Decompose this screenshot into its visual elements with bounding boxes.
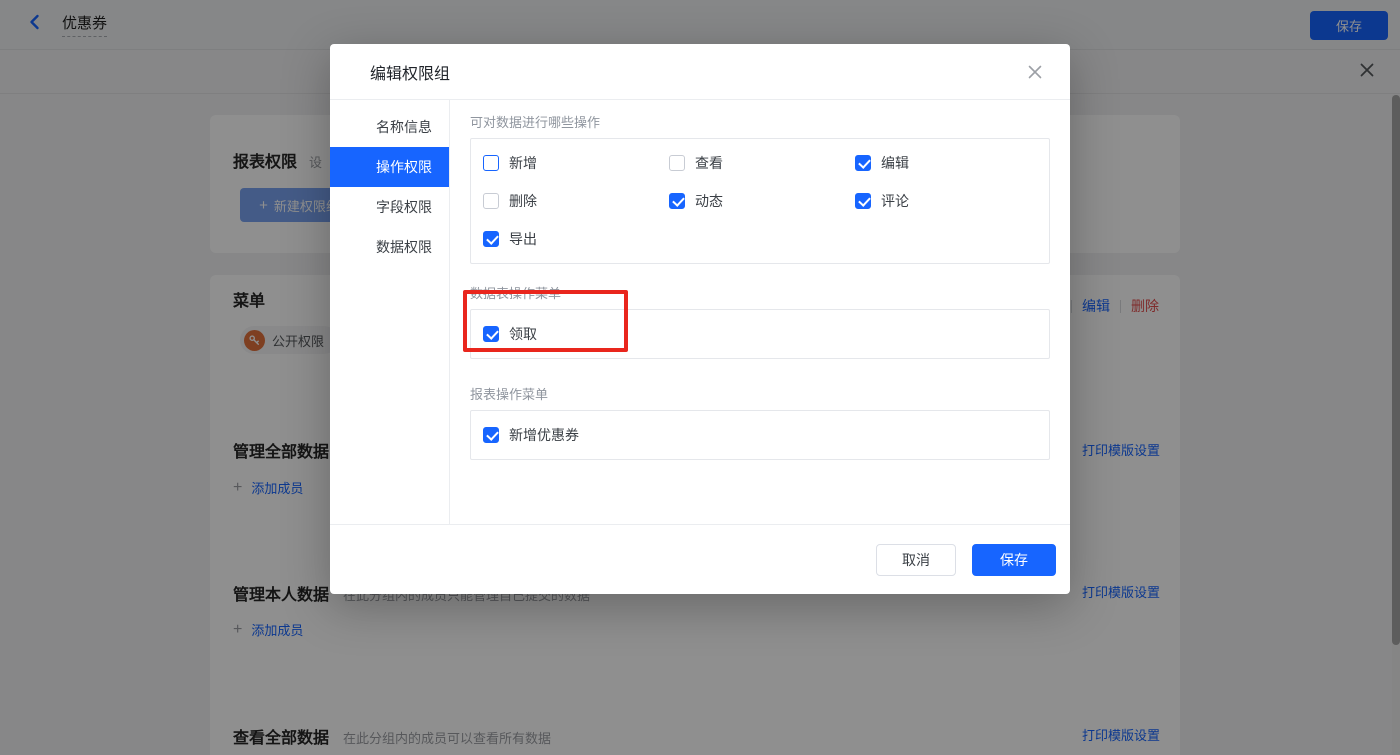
checkbox-label: 查看 — [695, 155, 723, 171]
data-ops-checkbox-panel: 新增 查看 编辑 删除 动态 评论 导出 — [470, 138, 1050, 264]
modal-body: 名称信息 操作权限 字段权限 数据权限 可对数据进行哪些操作 新增 查看 编辑 … — [330, 100, 1070, 524]
checkbox-icon — [483, 231, 499, 247]
checkbox-label: 动态 — [695, 193, 723, 209]
checkbox-new-coupon[interactable]: 新增优惠券 — [483, 425, 1037, 445]
data-ops-section-label: 可对数据进行哪些操作 — [470, 115, 601, 130]
checkbox-icon — [483, 326, 499, 342]
edit-permission-group-modal: 编辑权限组 名称信息 操作权限 字段权限 数据权限 可对数据进行哪些操作 新增 — [330, 44, 1070, 594]
report-menu-checkbox-panel: 新增优惠券 — [470, 410, 1050, 460]
checkbox-icon — [669, 193, 685, 209]
checkbox-label: 新增优惠券 — [509, 427, 579, 443]
tab-data-permission[interactable]: 数据权限 — [330, 227, 449, 267]
checkbox-label: 领取 — [509, 326, 537, 342]
checkbox-view[interactable]: 查看 — [669, 153, 855, 173]
checkbox-label: 导出 — [509, 231, 537, 247]
cancel-button[interactable]: 取消 — [876, 543, 956, 576]
checkbox-receive[interactable]: 领取 — [483, 324, 1037, 344]
checkbox-label: 删除 — [509, 193, 537, 209]
report-menu-section-label: 报表操作菜单 — [470, 387, 549, 402]
table-menu-checkbox-panel: 领取 — [470, 309, 1050, 359]
modal-content: 可对数据进行哪些操作 新增 查看 编辑 删除 动态 评论 导出 数据表操作菜单 … — [450, 100, 1070, 524]
checkbox-icon — [669, 155, 685, 171]
modal-title: 编辑权限组 — [370, 65, 451, 83]
modal-tab-list: 名称信息 操作权限 字段权限 数据权限 — [330, 100, 450, 524]
checkbox-icon — [483, 155, 499, 171]
checkbox-add[interactable]: 新增 — [483, 153, 669, 173]
checkbox-comment[interactable]: 评论 — [855, 191, 1041, 211]
checkbox-label: 新增 — [509, 155, 537, 171]
checkbox-delete[interactable]: 删除 — [483, 191, 669, 211]
checkbox-icon — [483, 193, 499, 209]
checkbox-dynamic[interactable]: 动态 — [669, 191, 855, 211]
checkbox-icon — [855, 193, 871, 209]
checkbox-icon — [855, 155, 871, 171]
checkbox-label: 评论 — [881, 193, 909, 209]
checkbox-label: 编辑 — [881, 155, 909, 171]
checkbox-icon — [483, 427, 499, 443]
checkbox-export[interactable]: 导出 — [483, 229, 669, 249]
checkbox-edit[interactable]: 编辑 — [855, 153, 1041, 173]
modal-header: 编辑权限组 — [330, 44, 1070, 100]
modal-close-icon[interactable] — [1026, 63, 1044, 81]
modal-footer: 取消 保存 — [330, 524, 1070, 594]
save-button[interactable]: 保存 — [972, 543, 1056, 576]
screen: 优惠券 保存 报表权限 设 + 新建权限组 菜单 公开权限 编辑 删除 管理全部… — [0, 0, 1400, 755]
table-menu-section-label: 数据表操作菜单 — [470, 286, 562, 301]
tab-name-info[interactable]: 名称信息 — [330, 107, 449, 147]
tab-field-permission[interactable]: 字段权限 — [330, 187, 449, 227]
tab-operation-permission[interactable]: 操作权限 — [330, 147, 449, 187]
